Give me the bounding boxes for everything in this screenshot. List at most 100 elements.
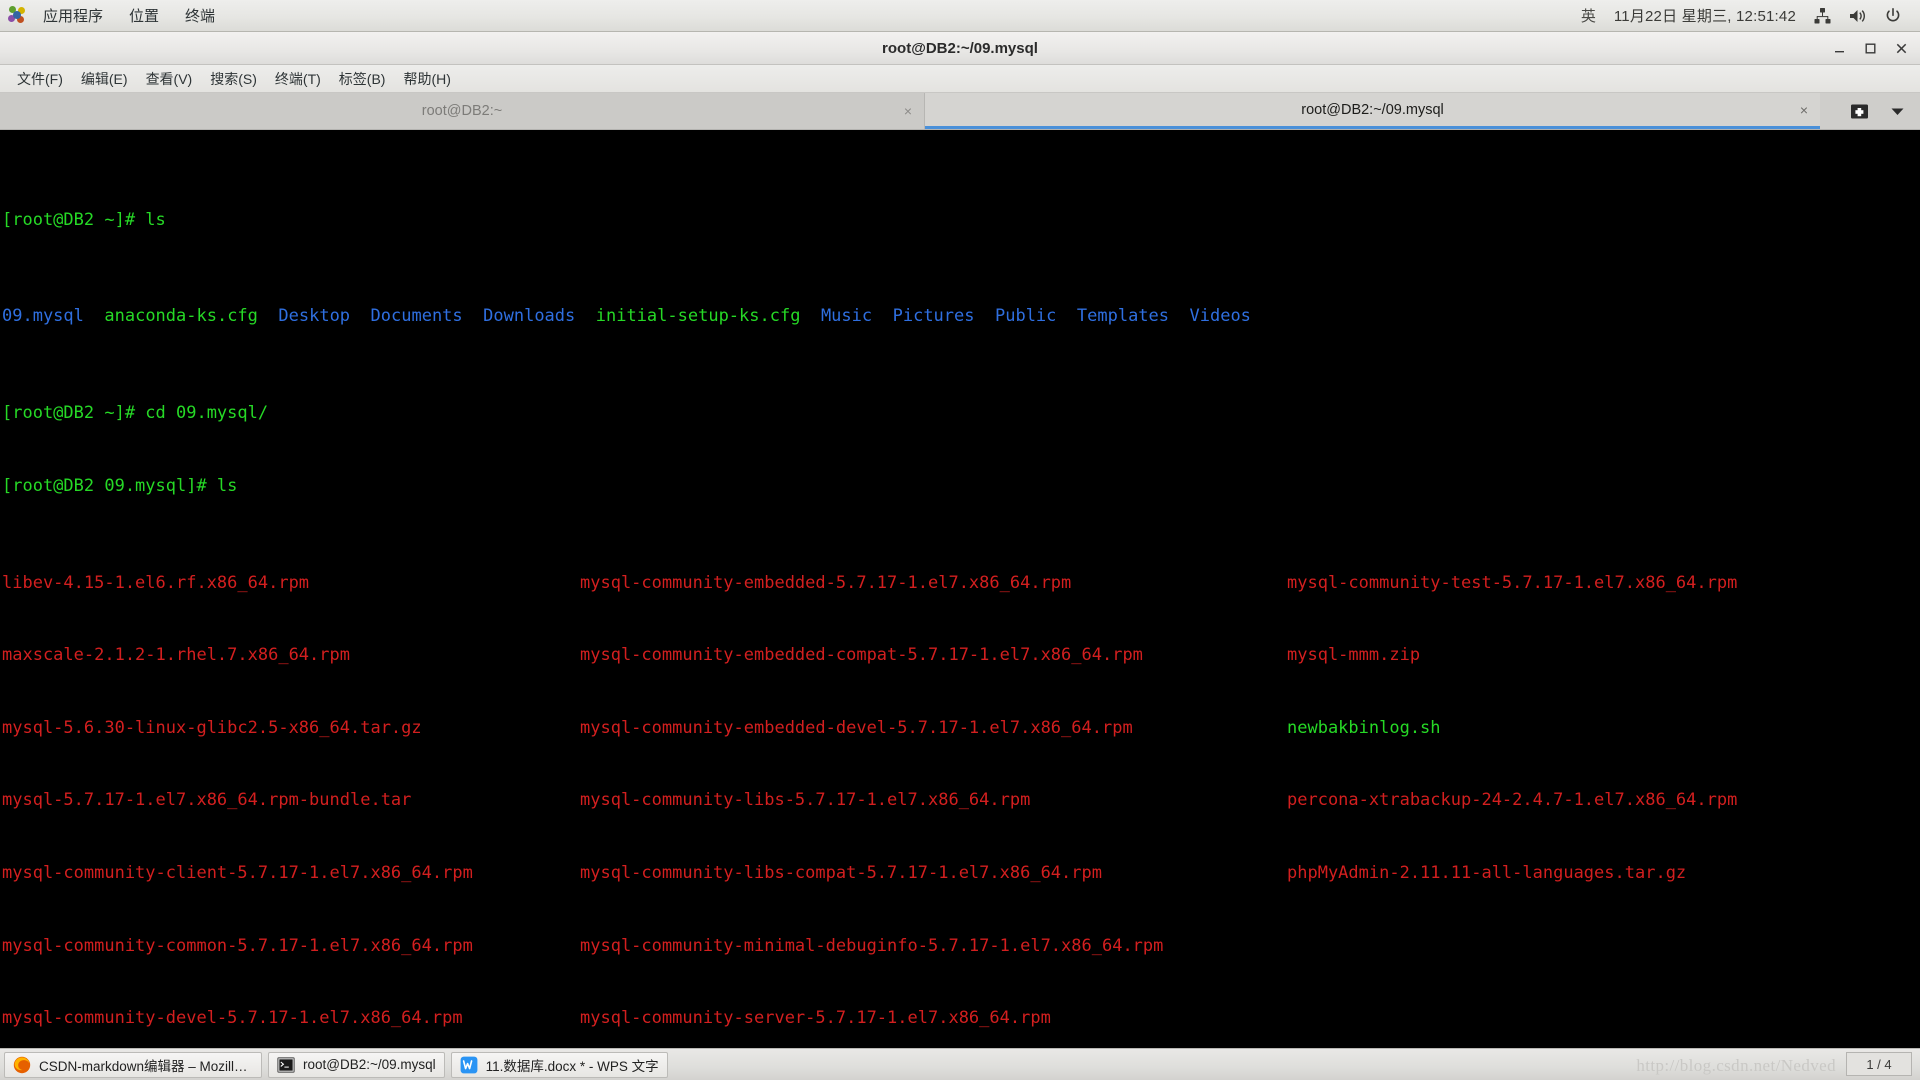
listing-row: mysql-5.6.30-linux-glibc2.5-x86_64.tar.g… (2, 716, 1920, 740)
taskbar-item-label: root@DB2:~/09.mysql (303, 1057, 436, 1072)
menu-view-label: 查看(V) (145, 70, 193, 87)
terminal-icon (277, 1056, 295, 1074)
ls-gap (84, 306, 104, 326)
ls-item-initial-setup-ks: initial-setup-ks.cfg (595, 306, 801, 327)
menu-view[interactable]: 查看(V) (137, 65, 202, 92)
ls-gap (872, 306, 892, 326)
firefox-icon (13, 1056, 31, 1074)
tab-label: root@DB2:~ (421, 103, 503, 119)
listing-cell: mysql-community-devel-5.7.17-1.el7.x86_6… (2, 1008, 463, 1029)
tab-close-icon[interactable]: × (904, 104, 912, 118)
ls-gap (258, 306, 278, 326)
menu-applications-label: 应用程序 (43, 8, 104, 25)
menu-help[interactable]: 帮助(H) (394, 65, 459, 92)
terminal-output[interactable]: [root@DB2 ~]# ls 09.mysql anaconda-ks.cf… (0, 131, 1920, 1050)
tab-root-db2-09mysql[interactable]: root@DB2:~/09.mysql × (925, 93, 1820, 129)
listing-cell: mysql-community-common-5.7.17-1.el7.x86_… (2, 935, 473, 956)
ls-gap (575, 306, 595, 326)
listing-cell: mysql-community-libs-compat-5.7.17-1.el7… (580, 862, 1102, 883)
ls-item-downloads: Downloads (483, 306, 576, 327)
taskbar-item-label: 11.数据库.docx * - WPS 文字 (485, 1058, 659, 1074)
listing-cell: libev-4.15-1.el6.rf.x86_64.rpm (2, 572, 310, 593)
window-title-bar[interactable]: root@DB2:~/09.mysql (0, 32, 1920, 65)
terminal-window: root@DB2:~/09.mysql 文件(F) 编辑(E) 查看(V) 搜索… (0, 32, 1920, 1050)
workspace-switcher[interactable]: 1 / 4 (1846, 1052, 1912, 1076)
listing-row: libev-4.15-1.el6.rf.x86_64.rpm mysql-com… (2, 571, 1920, 595)
menu-terminal-menu[interactable]: 终端(T) (266, 65, 330, 92)
power-icon[interactable] (1876, 0, 1910, 31)
gnome-top-panel: 应用程序 位置 终端 英 11月22日 星期三, 12:51:42 (0, 0, 1920, 32)
listing-cell: mysql-community-test-5.7.17-1.el7.x86_64… (1287, 572, 1738, 593)
listing-cell: mysql-community-server-5.7.17-1.el7.x86_… (580, 1008, 1051, 1029)
tab-root-db2-home[interactable]: root@DB2:~ × (0, 93, 925, 129)
menu-search[interactable]: 搜索(S) (201, 65, 266, 92)
clock-label: 11月22日 星期三, 12:51:42 (1613, 8, 1796, 25)
window-title: root@DB2:~/09.mysql (882, 39, 1038, 57)
terminal-line-prompt-1: [root@DB2 ~]# ls (2, 209, 166, 230)
listing-cell: mysql-community-client-5.7.17-1.el7.x86_… (2, 862, 473, 883)
new-tab-icon[interactable] (1850, 103, 1869, 120)
maximize-icon[interactable] (1864, 42, 1877, 55)
listing-cell: newbakbinlog.sh (1287, 717, 1441, 738)
workspace-label: 1 / 4 (1866, 1056, 1892, 1072)
listing-cell: mysql-community-embedded-5.7.17-1.el7.x8… (580, 572, 1072, 593)
top-panel-right: 英 11月22日 星期三, 12:51:42 (1572, 0, 1920, 31)
listing-row: mysql-community-client-5.7.17-1.el7.x86_… (2, 861, 1920, 885)
input-method-indicator[interactable]: 英 (1572, 0, 1605, 31)
network-icon[interactable] (1805, 0, 1840, 31)
ls-item-videos: Videos (1189, 306, 1251, 327)
menu-edit-label: 编辑(E) (80, 70, 128, 87)
minimize-icon[interactable] (1833, 42, 1846, 55)
listing-cell: mysql-community-embedded-compat-5.7.17-1… (580, 645, 1143, 666)
menu-places-label: 位置 (129, 8, 160, 25)
ls-gap (350, 306, 370, 326)
bottom-taskbar: CSDN-markdown编辑器 – Mozilla ⋯ root@DB2:~/… (0, 1048, 1920, 1080)
menu-help-label: 帮助(H) (403, 70, 451, 87)
ls-gap (1169, 306, 1189, 326)
ls-item-desktop: Desktop (278, 306, 351, 327)
wps-writer-icon (460, 1056, 478, 1074)
close-icon[interactable] (1895, 42, 1908, 55)
menu-terminal[interactable]: 终端 (172, 0, 228, 31)
tab-bar-actions (1836, 93, 1920, 129)
menu-edit[interactable]: 编辑(E) (72, 65, 137, 92)
listing-row: mysql-5.7.17-1.el7.x86_64.rpm-bundle.tar… (2, 788, 1920, 812)
menu-tabs-label: 标签(B) (338, 70, 386, 87)
taskbar-item-firefox[interactable]: CSDN-markdown编辑器 – Mozilla ⋯ (4, 1051, 262, 1078)
ls-item-public: Public (994, 306, 1057, 327)
listing-cell: mysql-community-embedded-devel-5.7.17-1.… (580, 717, 1133, 738)
clock-button[interactable]: 11月22日 星期三, 12:51:42 (1605, 0, 1805, 31)
gnome-foot-icon[interactable] (8, 5, 28, 26)
menu-applications[interactable]: 应用程序 (30, 0, 116, 31)
menu-bar: 文件(F) 编辑(E) 查看(V) 搜索(S) 终端(T) 标签(B) 帮助(H… (0, 65, 1920, 93)
terminal-line-prompt-2: [root@DB2 ~]# cd 09.mysql/ (2, 403, 269, 424)
listing-cell: mysql-community-libs-5.7.17-1.el7.x86_64… (580, 790, 1031, 811)
listing-row: mysql-community-devel-5.7.17-1.el7.x86_6… (2, 1006, 1920, 1030)
tab-close-icon[interactable]: × (1800, 103, 1808, 117)
menu-search-label: 搜索(S) (210, 70, 257, 87)
menu-terminal-label: 终端 (185, 8, 216, 25)
input-method-label: 英 (1580, 8, 1596, 25)
taskbar-item-label: CSDN-markdown编辑器 – Mozilla ⋯ (39, 1058, 253, 1074)
menu-places[interactable]: 位置 (116, 0, 172, 31)
listing-row: maxscale-2.1.2-1.rhel.7.x86_64.rpm mysql… (2, 643, 1920, 667)
ls-item-anaconda-ks: anaconda-ks.cfg (104, 306, 258, 327)
menu-tabs[interactable]: 标签(B) (330, 65, 395, 92)
listing-cell: mysql-5.6.30-linux-glibc2.5-x86_64.tar.g… (2, 717, 422, 738)
chevron-down-icon[interactable] (1891, 107, 1904, 116)
ls-gap (1056, 306, 1076, 326)
ls-gap (463, 306, 483, 326)
listing-row: mysql-community-common-5.7.17-1.el7.x86_… (2, 934, 1920, 958)
volume-icon[interactable] (1840, 0, 1876, 31)
listing-cell: phpMyAdmin-2.11.11-all-languages.tar.gz (1287, 862, 1687, 883)
ls-gap (800, 306, 820, 326)
taskbar-item-wps[interactable]: 11.数据库.docx * - WPS 文字 (450, 1051, 668, 1078)
listing-cell: mysql-community-minimal-debuginfo-5.7.17… (580, 935, 1164, 956)
window-controls (1833, 32, 1908, 65)
ls-item-templates: Templates (1076, 306, 1170, 327)
taskbar-item-terminal[interactable]: root@DB2:~/09.mysql (268, 1051, 445, 1078)
menu-file-label: 文件(F) (17, 70, 63, 87)
watermark-text: http://blog.csdn.net/Nedved (1636, 1056, 1836, 1075)
ls-item-music: Music (820, 306, 873, 327)
menu-file[interactable]: 文件(F) (8, 65, 72, 92)
